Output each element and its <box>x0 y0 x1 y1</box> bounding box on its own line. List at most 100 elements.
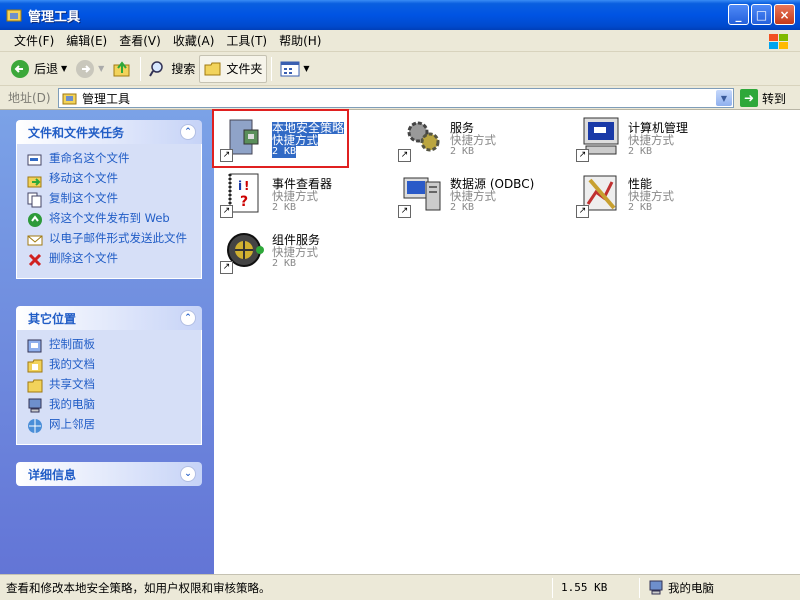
place-my-computer-label: 我的电脑 <box>49 397 95 411</box>
menu-tools[interactable]: 工具(T) <box>220 31 273 51</box>
file-type: 快捷方式 <box>450 133 496 147</box>
collapse-up-icon[interactable]: ⌃ <box>180 124 196 140</box>
file-data-sources[interactable]: ↗ 数据源 (ODBC) 快捷方式 2 KB <box>394 170 564 222</box>
shortcut-arrow-icon: ↗ <box>220 205 233 218</box>
file-component-services[interactable]: ↗ 组件服务 快捷方式 2 KB <box>216 226 386 278</box>
task-copy-label: 复制这个文件 <box>49 191 118 205</box>
maximize-button[interactable]: □ <box>751 4 772 25</box>
address-bar: 地址(D) 管理工具 ▼ ➜ 转到 <box>0 86 800 110</box>
shared-folder-icon <box>27 378 43 394</box>
up-button[interactable] <box>108 55 136 83</box>
toolbar-separator <box>140 56 142 81</box>
chevron-down-icon[interactable]: ▼ <box>98 64 104 73</box>
task-move-label: 移动这个文件 <box>49 171 118 185</box>
file-type: 快捷方式 <box>628 189 674 203</box>
task-move[interactable]: 移动这个文件 <box>27 172 195 188</box>
file-services[interactable]: ↗ 服务 快捷方式 2 KB <box>394 114 564 166</box>
file-size: 2 KB <box>272 258 297 269</box>
place-shared-documents[interactable]: 共享文档 <box>27 378 195 394</box>
place-network[interactable]: 网上邻居 <box>27 418 195 434</box>
other-places-panel: 其它位置 ⌃ 控制面板 我的文档 共享文档 我的电脑 网上邻居 <box>16 306 202 445</box>
folder-icon <box>204 62 221 75</box>
folders-button[interactable]: 文件夹 <box>199 54 268 83</box>
search-icon <box>149 60 164 77</box>
status-text: 查看和修改本地安全策略，如用户权限和审核策略。 <box>6 580 271 595</box>
other-places-title: 其它位置 <box>28 311 77 326</box>
highlight-annotation <box>212 109 349 168</box>
go-arrow-icon: ➜ <box>740 89 758 107</box>
file-tasks-panel: 文件和文件夹任务 ⌃ 重命名这个文件 移动这个文件 复制这个文件 将这个文件发布… <box>16 120 202 279</box>
copy-icon <box>27 192 43 208</box>
file-tasks-body: 重命名这个文件 移动这个文件 复制这个文件 将这个文件发布到 Web 以电子邮件… <box>16 144 202 279</box>
address-label: 地址(D) <box>8 91 51 105</box>
svg-text:!: ! <box>244 179 249 193</box>
place-control-panel[interactable]: 控制面板 <box>27 338 195 354</box>
file-event-viewer[interactable]: i!? ↗ 事件查看器 快捷方式 2 KB <box>216 170 386 222</box>
file-computer-management[interactable]: ↗ 计算机管理 快捷方式 2 KB <box>572 114 742 166</box>
task-pane: 文件和文件夹任务 ⌃ 重命名这个文件 移动这个文件 复制这个文件 将这个文件发布… <box>0 110 214 574</box>
shortcut-arrow-icon: ↗ <box>220 261 233 274</box>
file-size: 2 KB <box>628 202 653 213</box>
shortcut-arrow-icon: ↗ <box>576 205 589 218</box>
menu-file[interactable]: 文件(F) <box>8 31 60 51</box>
details-panel: 详细信息 ⌄ <box>16 462 202 486</box>
status-bar: 查看和修改本地安全策略，如用户权限和审核策略。 1.55 KB 我的电脑 <box>0 574 800 600</box>
performance-icon: ↗ <box>576 170 624 218</box>
menu-favorites[interactable]: 收藏(A) <box>167 31 221 51</box>
other-places-header[interactable]: 其它位置 ⌃ <box>16 306 202 330</box>
chevron-down-icon[interactable]: ▼ <box>61 64 67 73</box>
svg-text:?: ? <box>240 194 248 210</box>
status-location-label: 我的电脑 <box>668 580 714 595</box>
search-button[interactable]: 搜索 <box>145 55 199 83</box>
place-control-panel-label: 控制面板 <box>49 337 95 351</box>
windows-logo-icon <box>766 32 792 51</box>
title-bar[interactable]: 管理工具 _ □ × <box>0 0 800 30</box>
address-input[interactable]: 管理工具 ▼ <box>58 88 734 108</box>
place-my-documents-label: 我的文档 <box>49 357 95 371</box>
menu-edit[interactable]: 编辑(E) <box>60 31 113 51</box>
task-delete-label: 删除这个文件 <box>49 251 118 265</box>
forward-button[interactable]: ▼ <box>71 55 108 83</box>
task-delete[interactable]: 删除这个文件 <box>27 252 195 268</box>
task-copy[interactable]: 复制这个文件 <box>27 192 195 208</box>
svg-text:i: i <box>238 179 242 193</box>
menu-view[interactable]: 查看(V) <box>113 31 167 51</box>
status-size: 1.55 KB <box>561 581 608 594</box>
address-value: 管理工具 <box>82 91 131 106</box>
expand-down-icon[interactable]: ⌄ <box>180 466 196 482</box>
file-type: 快捷方式 <box>272 189 318 203</box>
other-places-body: 控制面板 我的文档 共享文档 我的电脑 网上邻居 <box>16 330 202 445</box>
place-network-label: 网上邻居 <box>49 417 95 431</box>
minimize-button[interactable]: _ <box>728 4 749 25</box>
email-icon <box>27 232 43 248</box>
globe-icon <box>27 212 43 228</box>
back-button[interactable]: 后退 ▼ <box>6 55 71 83</box>
task-rename-label: 重命名这个文件 <box>49 151 130 165</box>
collapse-up-icon[interactable]: ⌃ <box>180 310 196 326</box>
task-email[interactable]: 以电子邮件形式发送此文件 <box>27 232 195 248</box>
file-size: 2 KB <box>450 146 475 157</box>
details-title: 详细信息 <box>28 467 77 482</box>
my-computer-icon <box>649 580 663 594</box>
services-gears-icon: ↗ <box>398 114 446 162</box>
task-rename[interactable]: 重命名这个文件 <box>27 152 195 168</box>
place-my-documents[interactable]: 我的文档 <box>27 358 195 374</box>
place-my-computer[interactable]: 我的电脑 <box>27 398 195 414</box>
chevron-down-icon[interactable]: ▼ <box>303 64 309 73</box>
task-publish-web-label: 将这个文件发布到 Web <box>49 211 170 225</box>
details-header[interactable]: 详细信息 ⌄ <box>16 462 202 486</box>
component-services-icon: ↗ <box>220 226 268 274</box>
views-button[interactable]: ▼ <box>276 55 313 83</box>
file-list: ↗ 本地安全策略 快捷方式 2 KB ↗ 服务 快捷方式 2 KB ↗ 计算机管… <box>214 110 800 574</box>
file-size: 2 KB <box>628 146 653 157</box>
task-publish-web[interactable]: 将这个文件发布到 Web <box>27 212 195 228</box>
close-button[interactable]: × <box>774 4 795 25</box>
data-sources-icon: ↗ <box>398 170 446 218</box>
task-email-label: 以电子邮件形式发送此文件 <box>49 231 187 245</box>
file-performance[interactable]: ↗ 性能 快捷方式 2 KB <box>572 170 742 222</box>
go-button[interactable]: ➜ 转到 <box>740 89 786 107</box>
file-size: 2 KB <box>450 202 475 213</box>
menu-help[interactable]: 帮助(H) <box>273 31 327 51</box>
address-dropdown-button[interactable]: ▼ <box>716 90 732 106</box>
file-tasks-header[interactable]: 文件和文件夹任务 ⌃ <box>16 120 202 144</box>
